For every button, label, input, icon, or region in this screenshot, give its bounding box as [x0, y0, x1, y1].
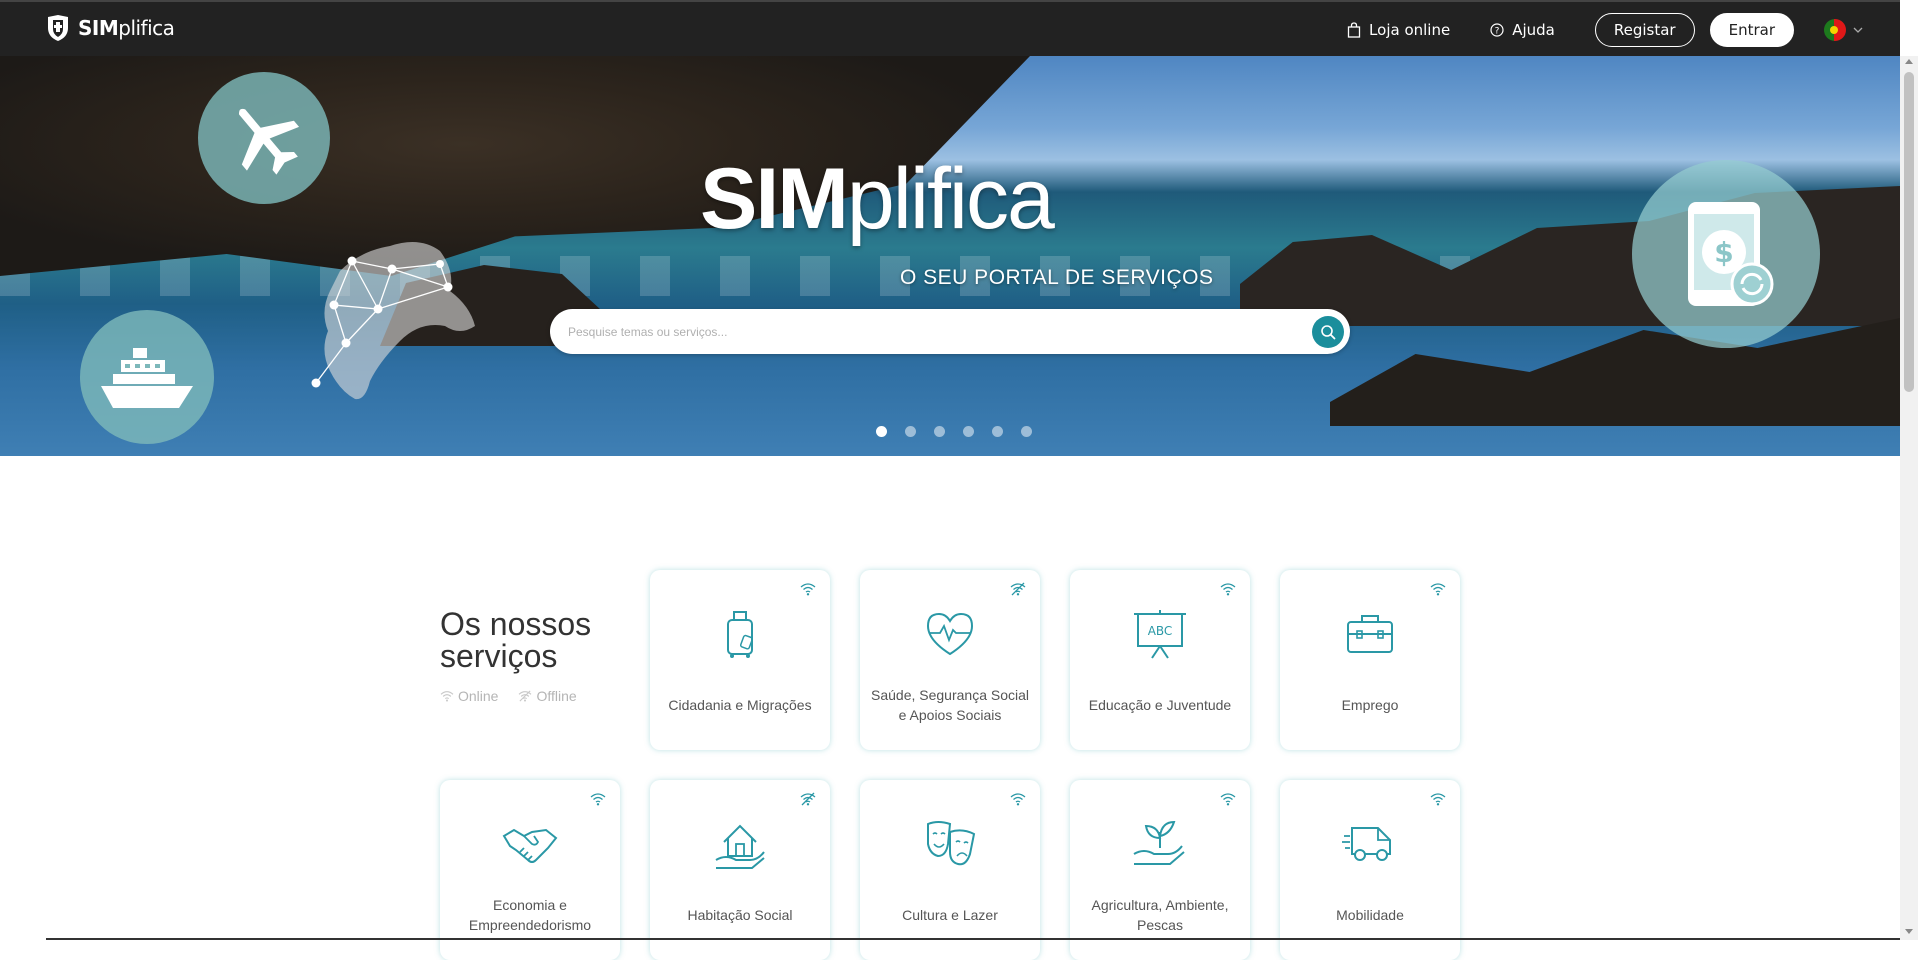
service-card[interactable]: Cidadania e Migrações — [650, 570, 830, 750]
carousel-dots — [876, 426, 1032, 437]
hero-logo-text: SIMplifica — [700, 156, 1220, 242]
heartbeat-icon — [926, 612, 974, 656]
svg-text:$: $ — [1714, 236, 1733, 269]
search-bar — [550, 309, 1350, 354]
carousel-dot[interactable] — [905, 426, 916, 437]
scrollbar-thumb[interactable] — [1904, 72, 1914, 392]
help-label: Ajuda — [1512, 21, 1555, 39]
service-card-label: Educação e Juventude — [1088, 697, 1232, 713]
services-heading-line1: Os nossos — [440, 606, 592, 642]
crest-icon — [48, 15, 68, 41]
wifi-off-icon — [1010, 582, 1026, 596]
handshake-icon — [502, 828, 558, 863]
ship-icon — [101, 348, 193, 408]
service-card[interactable]: Cultura e Lazer — [860, 780, 1040, 960]
chevron-down-icon — [1853, 27, 1863, 33]
carousel-dot[interactable] — [876, 426, 887, 437]
top-nav: Loja online ? Ajuda Registar Entrar — [1347, 12, 1900, 48]
whiteboard-abc-icon: ABC — [1134, 610, 1186, 659]
carousel-dot[interactable] — [963, 426, 974, 437]
service-card[interactable]: ABC Educação e Juventude — [1070, 570, 1250, 750]
status-legend: Online Offline — [440, 688, 577, 704]
wifi-icon — [590, 793, 606, 806]
service-card[interactable]: Habitação Social — [650, 780, 830, 960]
help-link[interactable]: ? Ajuda — [1490, 21, 1555, 39]
service-card-label: Saúde, Segurança Social e Apoios Sociais — [871, 687, 1029, 723]
online-shop-label: Loja online — [1369, 21, 1451, 39]
wifi-off-icon — [800, 792, 816, 806]
services-heading-line2: serviços — [440, 638, 558, 674]
scroll-up-arrow[interactable] — [1905, 59, 1913, 64]
scroll-down-arrow[interactable] — [1905, 929, 1913, 934]
carousel-dot[interactable] — [992, 426, 1003, 437]
luggage-icon — [727, 611, 753, 658]
carousel-dot[interactable] — [1021, 426, 1032, 437]
service-card-label: Cidadania e Migrações — [668, 697, 812, 713]
plant-hand-icon — [1133, 820, 1185, 865]
site-logo[interactable]: SIMplifica — [46, 14, 175, 42]
logo-bold-text: SIM — [78, 16, 119, 40]
language-selector[interactable] — [1824, 19, 1864, 41]
wifi-icon — [1220, 583, 1236, 596]
top-navigation-bar: SIMplifica Loja online ? Ajuda Registar … — [0, 0, 1900, 56]
wifi-icon — [1220, 793, 1236, 806]
logo-wordmark: SIMplifica — [78, 16, 175, 40]
theater-masks-icon — [927, 821, 976, 866]
wifi-icon — [440, 691, 454, 702]
airplane-icon — [239, 108, 300, 175]
legend-online-label: Online — [458, 688, 499, 704]
service-card[interactable]: Economia e Empreendedorismo — [440, 780, 620, 960]
logo-light-text: plifica — [118, 16, 175, 40]
hero-title-light: plifica — [846, 151, 1055, 247]
payment-bubble: $ — [1632, 160, 1820, 348]
wifi-icon — [1010, 793, 1026, 806]
hero-banner: $ SIMplifica O SEU PORTAL DE SERVIÇOS — [0, 56, 1900, 456]
search-button[interactable] — [1312, 316, 1344, 348]
help-circle-icon: ? — [1490, 23, 1504, 37]
wifi-icon — [800, 583, 816, 596]
mobile-payment-icon: $ — [1688, 202, 1774, 306]
svg-text:ABC: ABC — [1148, 624, 1173, 638]
wifi-icon — [1430, 793, 1446, 806]
hero-title: SIMplifica — [700, 156, 1220, 242]
legend-offline-label: Offline — [536, 688, 577, 704]
house-hand-icon — [715, 824, 765, 869]
wifi-icon — [1430, 583, 1446, 596]
island-map-graphic — [311, 242, 475, 400]
carousel-dot[interactable] — [934, 426, 945, 437]
hero-subtitle: O SEU PORTAL DE SERVIÇOS — [900, 266, 1214, 289]
service-card[interactable]: Emprego — [1280, 570, 1460, 750]
service-card[interactable]: Agricultura, Ambiente, Pescas — [1070, 780, 1250, 960]
search-icon — [1321, 325, 1336, 340]
ship-bubble — [80, 310, 214, 444]
page-scrollbar[interactable] — [1900, 56, 1918, 940]
briefcase-icon — [1347, 615, 1393, 653]
register-button[interactable]: Registar — [1594, 13, 1695, 47]
service-card[interactable]: Mobilidade — [1280, 780, 1460, 960]
legend-online: Online — [440, 688, 498, 704]
search-input[interactable] — [566, 323, 1270, 340]
service-card[interactable]: Saúde, Segurança Social e Apoios Sociais — [860, 570, 1040, 750]
svg-text:?: ? — [1495, 27, 1500, 37]
airplane-bubble — [198, 72, 330, 204]
services-heading: Os nossos serviços — [440, 608, 591, 672]
online-shop-link[interactable]: Loja online — [1347, 21, 1450, 39]
login-button[interactable]: Entrar — [1709, 13, 1794, 47]
shopping-bag-icon — [1347, 22, 1361, 38]
legend-offline: Offline — [518, 688, 577, 704]
portugal-flag-icon — [1824, 19, 1846, 41]
hero-title-bold: SIM — [700, 151, 849, 247]
van-icon — [1342, 827, 1391, 861]
service-card-label: Emprego — [1341, 697, 1399, 713]
wifi-off-icon — [519, 690, 532, 702]
